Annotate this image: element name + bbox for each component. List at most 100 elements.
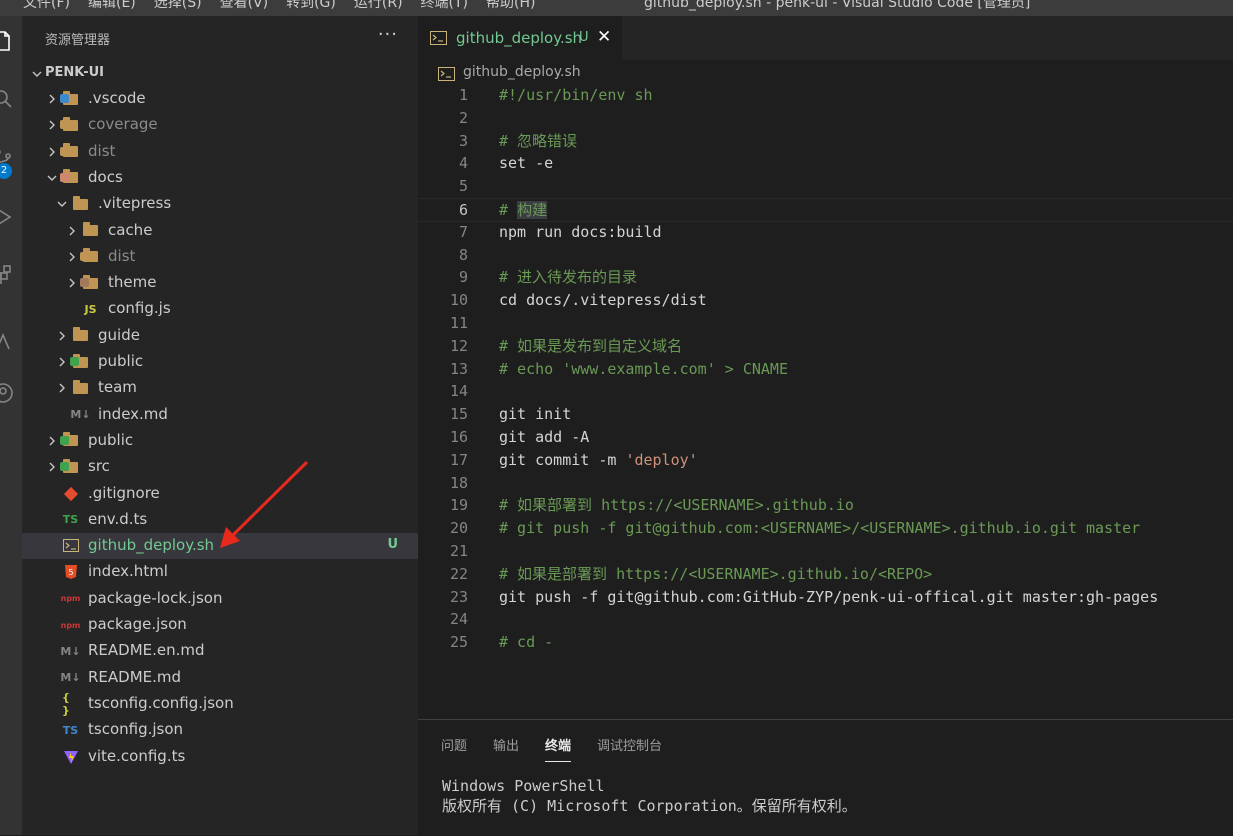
code-line[interactable]: 24 xyxy=(418,608,1233,630)
code-line[interactable]: 23 git push -f git@github.com:GitHub-ZYP/… xyxy=(418,586,1233,608)
tree-item[interactable]: dist xyxy=(22,139,418,165)
account-icon[interactable] xyxy=(0,380,16,406)
tree-item[interactable]: npm package.json xyxy=(22,612,418,638)
panel-tab[interactable]: 终端 xyxy=(545,735,572,762)
code-token: # 进入待发布的目录 xyxy=(499,268,638,287)
code-line[interactable]: 12 # 如果是发布到自定义域名 xyxy=(418,335,1233,357)
tree-item[interactable]: dist xyxy=(22,244,418,270)
code-line[interactable]: 4 set -e xyxy=(418,152,1233,174)
terminal-output[interactable]: Windows PowerShell 版权所有 (C) Microsoft Cor… xyxy=(442,776,857,816)
explorer-sidebar: 资源管理器 ··· PENK-UI .vscode coverage dist doc… xyxy=(22,16,418,835)
code-line[interactable]: 16 git add -A xyxy=(418,426,1233,448)
code-line[interactable]: 8 xyxy=(418,244,1233,266)
line-content: # 进入待发布的目录 xyxy=(499,266,637,288)
tree-item[interactable]: public xyxy=(22,349,418,375)
tree-item[interactable]: guide xyxy=(22,323,418,349)
code-line[interactable]: 7 npm run docs:build xyxy=(418,221,1233,243)
menu-item[interactable]: 选择(S) xyxy=(145,0,211,12)
markdown-file-icon: M↓ xyxy=(70,408,91,422)
menu-item[interactable]: 查看(V) xyxy=(211,0,278,12)
code-line[interactable]: 21 xyxy=(418,540,1233,562)
tree-item[interactable]: team xyxy=(22,375,418,401)
code-line[interactable]: 20 # git push -f git@github.com:<USERNAME… xyxy=(418,517,1233,539)
code-line[interactable]: 14 xyxy=(418,380,1233,402)
tree-item[interactable]: TS env.d.ts xyxy=(22,507,418,533)
code-line[interactable]: 19 # 如果部署到 https://<USERNAME>.github.io xyxy=(418,494,1233,516)
more-actions-icon[interactable]: ··· xyxy=(378,24,398,45)
tree-item[interactable]: theme xyxy=(22,270,418,296)
tree-item[interactable]: src xyxy=(22,454,418,480)
line-content: git push -f git@github.com:GitHub-ZYP/pe… xyxy=(499,586,1158,608)
src-folder-icon xyxy=(60,458,79,475)
panel-tab[interactable]: 调试控制台 xyxy=(597,735,662,758)
tree-item[interactable]: public xyxy=(22,428,418,454)
search-icon[interactable] xyxy=(0,86,16,112)
tree-item-label: vite.config.ts xyxy=(88,746,186,765)
tree-item-label: index.md xyxy=(98,404,168,423)
tree-item[interactable]: .gitignore xyxy=(22,481,418,507)
tree-item[interactable]: { } tsconfig.config.json xyxy=(22,691,418,717)
tree-item[interactable]: .vitepress xyxy=(22,191,418,217)
menu-item[interactable]: 运行(R) xyxy=(345,0,412,12)
code-line[interactable]: 11 xyxy=(418,312,1233,334)
npm-file-icon: npm xyxy=(60,620,81,630)
tree-item[interactable]: M↓ README.md xyxy=(22,665,418,691)
extensions-icon[interactable] xyxy=(0,262,16,288)
line-number: 15 xyxy=(449,405,468,424)
tree-item[interactable]: TS tsconfig.json xyxy=(22,717,418,743)
code-line[interactable]: 1 #!/usr/bin/env sh xyxy=(418,84,1233,106)
code-line[interactable]: 13 # echo 'www.example.com' > CNAME xyxy=(418,358,1233,380)
tree-item[interactable]: cache xyxy=(22,218,418,244)
code-line[interactable]: 2 xyxy=(418,107,1233,129)
line-number: 9 xyxy=(458,268,468,287)
folder-icon xyxy=(72,379,89,396)
code-line[interactable]: 17 git commit -m 'deploy' xyxy=(418,449,1233,471)
panel-tab[interactable]: 问题 xyxy=(441,735,467,758)
code-line[interactable]: 9 # 进入待发布的目录 xyxy=(418,266,1233,288)
run-debug-icon[interactable] xyxy=(0,204,16,230)
code-line[interactable]: 5 xyxy=(418,175,1233,197)
tree-item[interactable]: docs xyxy=(22,165,418,191)
files-icon[interactable] xyxy=(0,28,16,54)
markdown-file-icon: M↓ xyxy=(60,671,81,685)
code-line[interactable]: 18 xyxy=(418,472,1233,494)
coverage-folder-icon xyxy=(60,116,79,133)
line-number: 8 xyxy=(458,245,468,264)
code-line[interactable]: 3 # 忽略错误 xyxy=(418,130,1233,152)
code-token: 构建 xyxy=(517,201,548,219)
tab-github-deploy[interactable]: github_deploy.sh U ✕ xyxy=(418,16,622,60)
tree-item[interactable]: 5 index.html xyxy=(22,559,418,585)
menu-item[interactable]: 终端(T) xyxy=(412,0,477,12)
code-line[interactable]: 10 cd docs/.vitepress/dist xyxy=(418,289,1233,311)
line-number: 23 xyxy=(449,587,468,606)
tree-item[interactable]: .vscode xyxy=(22,86,418,112)
tree-item[interactable]: github_deploy.sh U xyxy=(22,533,418,560)
code-line[interactable]: 6 # 构建 xyxy=(418,198,1233,222)
menu-item[interactable]: 帮助(H) xyxy=(477,0,544,12)
close-icon[interactable]: ✕ xyxy=(597,27,611,47)
workspace-root[interactable]: PENK-UI xyxy=(22,64,418,86)
code-line[interactable]: 25 # cd - xyxy=(418,631,1233,653)
line-number: 4 xyxy=(458,154,468,173)
tree-item[interactable]: npm package-lock.json xyxy=(22,586,418,612)
tree-item-label: tsconfig.config.json xyxy=(88,693,234,712)
tree-item[interactable]: M↓ README.en.md xyxy=(22,638,418,664)
menu-item[interactable]: 编辑(E) xyxy=(79,0,145,12)
code-line[interactable]: 15 git init xyxy=(418,403,1233,425)
markdown-file-icon: M↓ xyxy=(60,644,81,658)
tree-item[interactable]: vite.config.ts xyxy=(22,744,418,770)
window-title: github_deploy.sh - penk-ui - Visual Stud… xyxy=(644,0,1031,11)
menu-item[interactable]: 转到(G) xyxy=(277,0,345,12)
tree-item-label: theme xyxy=(108,273,157,292)
panel-tab[interactable]: 输出 xyxy=(493,735,519,758)
code-line[interactable]: 22 # 如果是部署到 https://<USERNAME>.github.io/… xyxy=(418,563,1233,585)
tab-label: github_deploy.sh xyxy=(456,29,583,47)
line-content: set -e xyxy=(499,152,553,174)
tree-item[interactable]: coverage xyxy=(22,112,418,138)
tree-item[interactable]: JS config.js xyxy=(22,296,418,322)
tree-item[interactable]: M↓ index.md xyxy=(22,402,418,428)
remote-icon[interactable] xyxy=(0,328,16,354)
line-number: 12 xyxy=(449,336,468,355)
tree-item-label: package.json xyxy=(88,615,187,633)
menu-item[interactable]: 文件(F) xyxy=(14,0,79,12)
